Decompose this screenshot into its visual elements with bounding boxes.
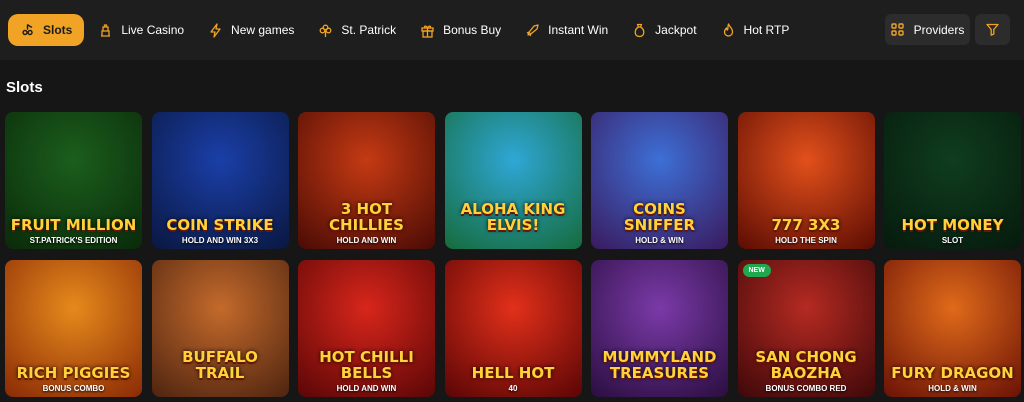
tab-live-casino[interactable]: Live Casino	[88, 14, 194, 46]
tab-bonus-buy[interactable]: Bonus Buy	[410, 14, 511, 46]
tab-new-games[interactable]: New games	[198, 14, 304, 46]
game-tile[interactable]: Buffalo Trail	[151, 260, 289, 397]
slots-icon	[22, 23, 33, 35]
tab-slots[interactable]: Slots	[8, 14, 85, 46]
bolt-icon	[210, 22, 221, 38]
game-title: Mummyland Treasures	[602, 348, 717, 382]
tab-jackpot[interactable]: Jackpot	[622, 14, 706, 46]
tab-label: Slots	[43, 23, 73, 37]
game-title: Coins Sniffer	[623, 200, 696, 234]
game-title: Hot Chilli Bells	[319, 348, 414, 382]
game-tile[interactable]: Coins Sniffer Hold & Win	[591, 112, 728, 249]
providers-label: Providers	[913, 22, 965, 37]
tab-label: Hot RTP	[743, 23, 790, 37]
game-tile[interactable]: Aloha King Elvis!	[444, 112, 582, 249]
new-badge: NEW	[742, 264, 771, 277]
game-tile[interactable]: Rich Piggies Bonus Combo	[5, 260, 142, 397]
game-tile[interactable]: Fruit Million St.Patrick's Edition	[5, 112, 142, 249]
game-subtitle: St.Patrick's Edition	[29, 236, 118, 245]
game-tile[interactable]: Fury Dragon Hold & Win	[884, 260, 1021, 397]
game-title: Coin Strike	[166, 216, 274, 234]
game-tile[interactable]: Hot Chilli Bells Hold and Win	[298, 260, 435, 397]
game-tile[interactable]: Hell Hot 40	[444, 260, 582, 397]
game-tile[interactable]: Coin Strike Hold and Win 3x3	[151, 112, 289, 249]
game-title: Hell Hot	[471, 364, 555, 382]
game-title: Fury Dragon	[891, 364, 1014, 382]
game-subtitle: Hold the Spin	[775, 236, 837, 245]
game-subtitle: Hold and Win	[336, 384, 397, 393]
tab-hot-rtp[interactable]: Hot RTP	[711, 14, 800, 46]
filter-icon	[986, 23, 999, 36]
tab-label: Instant Win	[548, 23, 609, 37]
rocket-icon	[526, 23, 539, 36]
tab-label: Live Casino	[121, 23, 185, 37]
game-subtitle: Hold & Win	[635, 236, 684, 245]
money-bag-icon	[634, 23, 645, 37]
grid-icon	[890, 23, 904, 36]
game-subtitle: Hold & Win	[928, 384, 977, 393]
tab-label: Bonus Buy	[443, 23, 502, 37]
category-bar: Slots Live Casino New games St. Patrick Bonu…	[0, 0, 1024, 60]
tab-label: Jackpot	[655, 23, 697, 37]
game-title: Rich Piggies	[16, 364, 131, 382]
game-subtitle: Hold and Win	[336, 236, 397, 245]
game-subtitle: Bonus Combo	[42, 384, 105, 393]
game-title: Aloha King Elvis!	[460, 200, 566, 234]
game-subtitle: Slot	[941, 236, 964, 245]
game-subtitle: 40	[508, 384, 518, 393]
game-title: San Chong Baozha	[755, 348, 857, 382]
category-tabs: Slots Live Casino New games St. Patrick Bonu…	[8, 8, 799, 52]
game-tile[interactable]: Mummyland Treasures	[591, 260, 728, 397]
gift-icon	[421, 24, 434, 38]
game-tile[interactable]: 3 Hot Chillies Hold and Win	[298, 112, 435, 249]
game-title: 3 Hot Chillies	[329, 200, 404, 234]
clover-icon	[319, 24, 332, 37]
tab-st-patrick[interactable]: St. Patrick	[308, 14, 406, 46]
tab-label: St. Patrick	[341, 23, 397, 37]
live-casino-icon	[101, 23, 111, 37]
providers-button[interactable]: Providers	[885, 14, 970, 45]
game-tile[interactable]: 777 3x3 Hold the Spin	[737, 112, 875, 249]
game-title: 777 3x3	[771, 216, 841, 234]
filter-button[interactable]	[975, 14, 1010, 45]
tab-label: New games	[231, 23, 295, 37]
game-tile[interactable]: Hot Money Slot	[884, 112, 1021, 249]
tab-instant-win[interactable]: Instant Win	[515, 14, 618, 46]
game-title: Fruit Million	[10, 216, 137, 234]
game-title: Buffalo Trail	[182, 348, 258, 382]
game-subtitle: Bonus Combo Red	[765, 384, 847, 393]
game-tile[interactable]: NEW San Chong Baozha Bonus Combo Red	[737, 260, 875, 397]
games-grid: Fruit Million St.Patrick's Edition Coin St…	[5, 112, 1021, 397]
flame-icon	[723, 22, 733, 37]
game-subtitle: Hold and Win 3x3	[181, 236, 259, 245]
section-title: Slots	[6, 79, 43, 96]
game-title: Hot Money	[901, 216, 1004, 234]
